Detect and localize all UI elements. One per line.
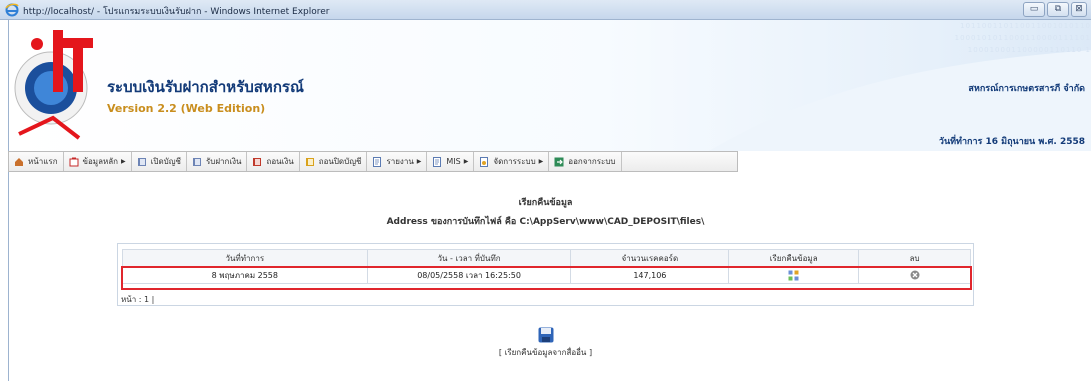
close-button[interactable]: ⊠ <box>1071 2 1087 17</box>
column-header-record-count: จำนวนเรคคอร์ด <box>570 249 730 267</box>
settings-icon <box>480 156 489 167</box>
column-header-delete: ลบ <box>858 249 971 267</box>
column-header-work-date: วันที่ทำการ <box>122 249 368 267</box>
submenu-arrow-icon: ▶ <box>463 158 469 165</box>
internet-explorer-icon <box>5 3 19 17</box>
menu-item-logout[interactable]: ออกจากระบบ <box>549 152 622 171</box>
submenu-arrow-icon: ▶ <box>416 158 422 165</box>
menu-item-open-account[interactable]: เปิดบัญชี <box>132 152 187 171</box>
cell-delete <box>858 266 971 284</box>
menu-item-label: จัดการระบบ <box>493 157 536 166</box>
ifas-logo-icon <box>14 30 93 140</box>
menu-item-label: ข้อมูลหลัก <box>82 157 118 166</box>
menu-item-label: หน้าแรก <box>28 157 58 166</box>
cell-record-count: 147,106 <box>570 266 730 284</box>
menu-item-label: ถอนปิดบัญชี <box>318 157 362 166</box>
menu-item-system-admin[interactable]: จัดการระบบ ▶ <box>474 152 550 171</box>
menu-item-close-account[interactable]: ถอนปิดบัญชี <box>300 152 368 171</box>
submenu-arrow-icon: ▶ <box>121 158 126 165</box>
submenu-arrow-icon: ▶ <box>538 158 544 165</box>
book-red-icon <box>253 157 262 166</box>
minimize-button[interactable]: ▭ <box>1023 2 1045 17</box>
menu-item-home[interactable]: หน้าแรก <box>9 152 64 171</box>
book-icon <box>137 157 146 166</box>
window-title: http://localhost/ - โปรแกรมระบบเงินรับฝา… <box>23 7 330 17</box>
menu-item-label: รายงาน <box>386 157 414 166</box>
report-icon <box>433 156 442 167</box>
backup-table: วันที่ทำการ วัน - เวลา ที่บันทึก จำนวนเร… <box>122 249 971 284</box>
menu-item-mis[interactable]: MIS ▶ <box>427 152 475 171</box>
menu-item-label: MIS <box>446 157 461 166</box>
app-title: ระบบเงินรับฝากสำหรับสหกรณ์ <box>107 78 304 96</box>
table-header-row: วันที่ทำการ วัน - เวลา ที่บันทึก จำนวนเร… <box>122 249 971 267</box>
window-titlebar: http://localhost/ - โปรแกรมระบบเงินรับฝา… <box>0 0 1091 20</box>
column-header-saved-at: วัน - เวลา ที่บันทึก <box>366 249 572 267</box>
delete-icon[interactable] <box>910 270 920 280</box>
menu-item-deposit[interactable]: รับฝากเงิน <box>187 152 248 171</box>
folder-icon <box>69 157 79 166</box>
book-icon <box>192 157 201 166</box>
app-header: 101100110110011001010110 100010101100011… <box>8 20 1091 151</box>
menu-item-label: ถอนเงิน <box>266 157 294 166</box>
backup-table-container: วันที่ทำการ วัน - เวลา ที่บันทึก จำนวนเร… <box>117 243 974 306</box>
menu-item-label: ออกจากระบบ <box>568 157 616 166</box>
backup-address: Address ของการบันทึกไฟล์ คือ C:\AppServ\… <box>386 217 705 227</box>
menu-item-report[interactable]: รายงาน ▶ <box>367 152 428 171</box>
app-version: Version 2.2 (Web Edition) <box>107 102 266 115</box>
pagination[interactable]: หน้า : 1 | <box>121 293 154 306</box>
work-date: วันที่ทำการ 16 มิถุนายน พ.ศ. 2558 <box>938 137 1085 147</box>
binary-decoration: 101100110110011001010110 100010101100011… <box>954 22 1091 54</box>
column-header-restore: เรียกคืนข้อมูล <box>728 249 860 267</box>
menu-item-label: รับฝากเงิน <box>205 157 242 166</box>
cell-saved-at: 08/05/2558 เวลา 16:25:50 <box>366 266 572 284</box>
organization-name: สหกรณ์การเกษตรสารภี จำกัด <box>968 84 1085 94</box>
window-controls: ▭ ⧉ ⊠ <box>1023 2 1087 17</box>
menu-item-label: เปิดบัญชี <box>150 157 181 166</box>
home-icon <box>15 157 23 166</box>
restore-from-other-media-link[interactable]: [ เรียกคืนข้อมูลจากสื่ออื่น ] <box>0 346 1091 359</box>
restore-data-icon[interactable] <box>788 270 799 281</box>
main-menu: หน้าแรก ข้อมูลหลัก ▶ เปิดบัญชี รับฝากเงิ… <box>8 151 738 172</box>
report-icon <box>373 156 382 167</box>
menu-item-withdraw[interactable]: ถอนเงิน <box>247 152 300 171</box>
save-disk-icon[interactable] <box>538 327 554 343</box>
table-row: 8 พฤษภาคม 2558 08/05/2558 เวลา 16:25:50 … <box>122 266 971 284</box>
cell-work-date: 8 พฤษภาคม 2558 <box>122 266 368 284</box>
book-yellow-icon <box>305 157 314 166</box>
menu-item-master-data[interactable]: ข้อมูลหลัก ▶ <box>64 152 132 171</box>
exit-icon <box>554 157 564 166</box>
cell-restore <box>728 266 860 284</box>
maximize-button[interactable]: ⧉ <box>1047 2 1069 17</box>
page-title: เรียกคืนข้อมูล <box>518 198 573 208</box>
